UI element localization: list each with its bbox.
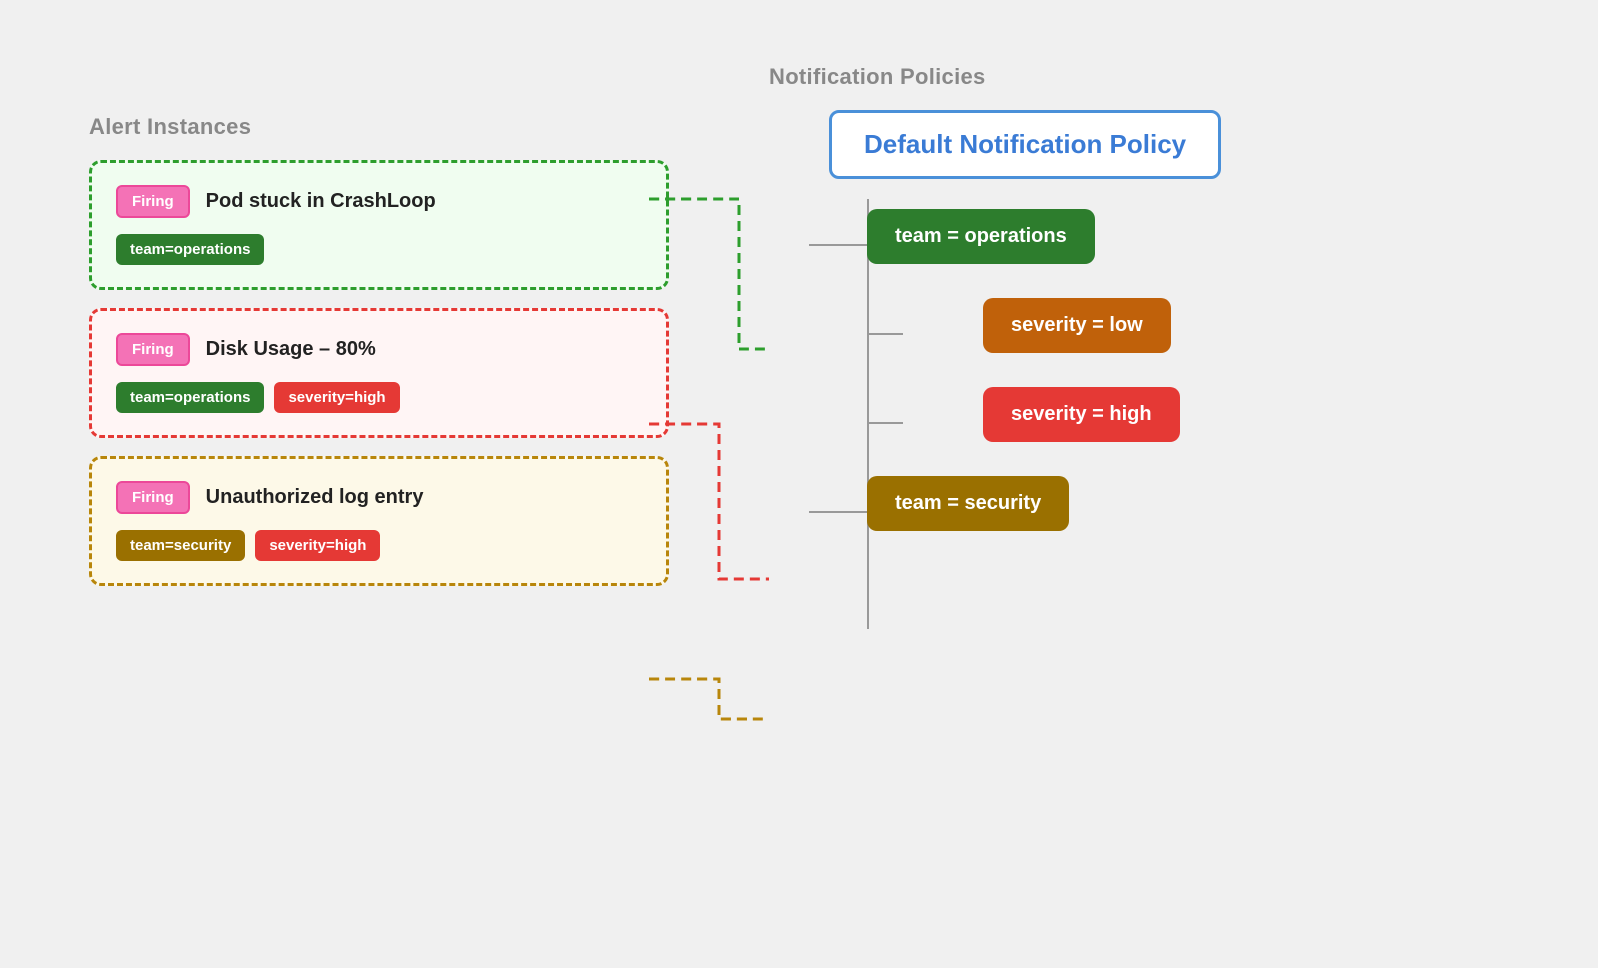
alert-title-3: Unauthorized log entry — [206, 486, 424, 509]
alert-card-3: Firing Unauthorized log entry team=secur… — [89, 456, 669, 586]
alert-card-2: Firing Disk Usage – 80% team=operations … — [89, 308, 669, 438]
security-policy-node: team = security — [867, 476, 1069, 531]
tag-sec-3: team=security — [116, 530, 245, 561]
firing-badge-3: Firing — [116, 481, 190, 514]
ops-policy-node: team = operations — [867, 209, 1095, 264]
firing-badge-2: Firing — [116, 333, 190, 366]
alert-card-1: Firing Pod stuck in CrashLoop team=opera… — [89, 160, 669, 290]
tag-sev-high-3: severity=high — [255, 530, 380, 561]
tag-ops-2: team=operations — [116, 382, 264, 413]
firing-badge-1: Firing — [116, 185, 190, 218]
right-section-title: Notification Policies — [769, 64, 1509, 90]
tag-ops-1: team=operations — [116, 234, 264, 265]
alert-title-2: Disk Usage – 80% — [206, 338, 376, 361]
severity-low-node: severity = low — [983, 298, 1171, 353]
left-section-title: Alert Instances — [89, 114, 669, 140]
default-policy-node: Default Notification Policy — [829, 110, 1221, 179]
alert-title-1: Pod stuck in CrashLoop — [206, 190, 436, 213]
tag-sev-high-2: severity=high — [274, 382, 399, 413]
severity-high-node: severity = high — [983, 387, 1180, 442]
